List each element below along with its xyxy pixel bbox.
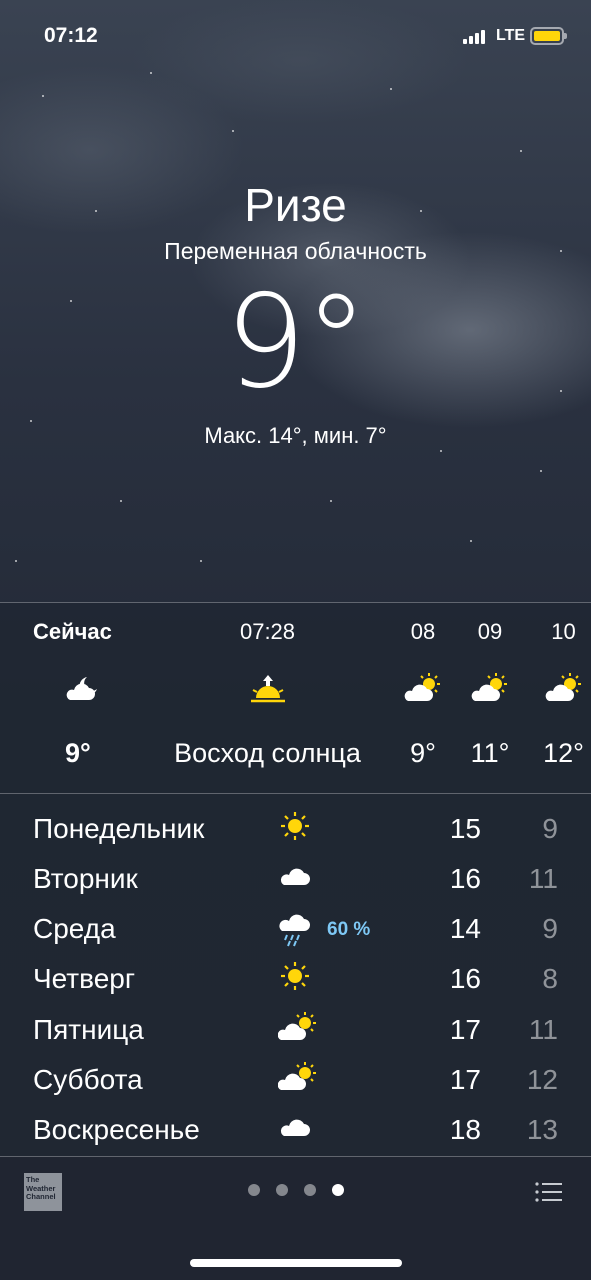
hour-label: Сейчас	[33, 619, 112, 644]
hour-temp: 9°	[410, 738, 436, 768]
hourly-item-now: Сейчас 9°	[33, 603, 128, 793]
high-low-text: Макс. 14°, мин. 7°	[204, 423, 387, 448]
day-name: Понедельник	[33, 813, 205, 844]
day-low: 11	[528, 1014, 558, 1045]
daily-row: Суббота 17 12	[0, 1052, 591, 1102]
daily-forecast[interactable]: Понедельник 15 9 Вторник 16 11 Среда 60 …	[0, 794, 591, 1156]
day-high: 16	[449, 863, 481, 894]
day-name: Вторник	[33, 863, 138, 894]
daily-row: Среда 60 % 14 9	[0, 901, 591, 951]
day-low: 11	[528, 863, 558, 894]
hourly-forecast[interactable]: Сейчас 9° 07:28 Восход солнца 08 9° 09 1…	[0, 603, 591, 793]
hour-label: 07:28	[239, 619, 296, 644]
city-name: Ризе	[244, 179, 347, 231]
weather-channel-logo[interactable]: The Weather Channel	[24, 1173, 62, 1211]
daily-row: Понедельник 15 9	[0, 801, 591, 851]
partly-sunny-icon	[277, 1062, 320, 1097]
hour-label: 09	[477, 619, 503, 644]
day-high: 17	[449, 1014, 481, 1045]
partly-sunny-icon	[277, 1012, 320, 1047]
hourly-item: 08 9°	[398, 603, 448, 793]
day-name: Суббота	[33, 1064, 143, 1095]
daily-row: Воскресенье 18 13	[0, 1102, 591, 1152]
hourly-item: 10 12°	[536, 603, 591, 793]
sunrise-icon	[249, 673, 287, 710]
partly-sunny-icon	[402, 673, 444, 708]
day-name: Пятница	[33, 1014, 144, 1045]
sunrise-label: Восход солнца	[174, 738, 361, 768]
page-dot-active[interactable]	[332, 1184, 344, 1196]
day-high: 16	[449, 963, 481, 994]
day-low: 9	[542, 913, 558, 944]
signal-icon	[463, 30, 485, 44]
day-high: 18	[449, 1114, 481, 1145]
partly-cloudy-night-icon	[61, 673, 101, 708]
battery-icon	[530, 27, 567, 45]
page-dot[interactable]	[304, 1184, 316, 1196]
bottom-toolbar: The Weather Channel	[0, 1157, 591, 1280]
hour-temp: 12°	[543, 738, 584, 768]
hour-temp: 11°	[470, 738, 510, 768]
hour-temp: 9°	[65, 738, 91, 768]
daily-row: Четверг 16 8	[0, 951, 591, 1001]
hour-label: 08	[410, 619, 436, 644]
cloud-icon	[278, 1112, 312, 1147]
condition-text: Переменная облачность	[164, 238, 427, 264]
day-low: 12	[526, 1064, 558, 1095]
city-list-icon[interactable]	[535, 1181, 563, 1208]
day-high: 17	[449, 1064, 481, 1095]
status-time: 07:12	[44, 24, 98, 47]
partly-sunny-icon	[469, 673, 511, 708]
day-low: 8	[542, 963, 558, 994]
day-low: 9	[542, 813, 558, 844]
current-temperature: 9°	[224, 268, 368, 417]
sun-icon	[278, 811, 312, 846]
day-high: 15	[449, 813, 481, 844]
network-type: LTE	[496, 27, 526, 44]
hourly-item-sunrise: 07:28 Восход солнца	[150, 603, 385, 793]
home-indicator[interactable]	[190, 1259, 402, 1267]
daily-row: Пятница 17 11	[0, 1002, 591, 1052]
cloud-icon	[278, 861, 312, 896]
current-weather: Ризе Переменная облачность 9° Макс. 14°,…	[0, 176, 591, 449]
day-name: Среда	[33, 913, 116, 944]
status-bar: 07:12 LTE	[0, 0, 591, 70]
precip-chance: 60 %	[327, 919, 371, 940]
daily-row: Вторник 16 11	[0, 851, 591, 901]
sun-icon	[278, 961, 312, 996]
page-dot[interactable]	[248, 1184, 260, 1196]
rain-icon	[278, 911, 312, 952]
partly-sunny-icon	[543, 673, 585, 708]
day-name: Четверг	[33, 963, 136, 994]
page-dot[interactable]	[276, 1184, 288, 1196]
day-low: 13	[526, 1114, 558, 1145]
day-name: Воскресенье	[33, 1114, 200, 1145]
hour-label: 10	[551, 619, 576, 644]
hourly-item: 09 11°	[462, 603, 518, 793]
page-indicator[interactable]	[248, 1184, 344, 1196]
day-high: 14	[449, 913, 481, 944]
